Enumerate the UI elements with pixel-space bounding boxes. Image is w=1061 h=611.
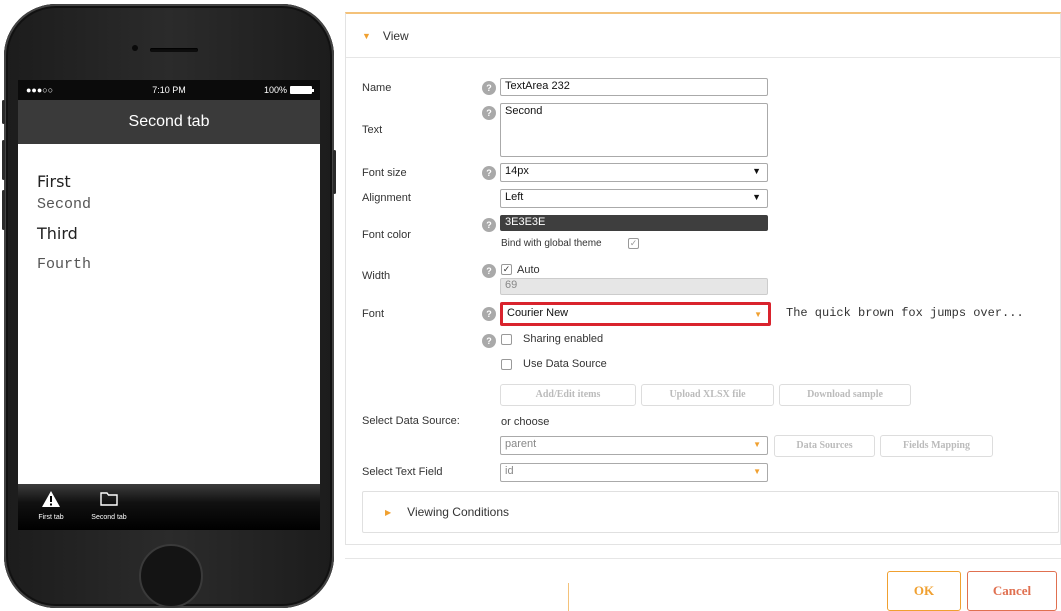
bind-theme-checkbox[interactable]: ✓: [628, 238, 639, 249]
speaker-grille: [150, 48, 198, 52]
download-sample-button[interactable]: Download sample: [779, 384, 911, 406]
help-icon[interactable]: ?: [482, 334, 496, 348]
tab-second[interactable]: Second tab: [80, 484, 138, 530]
use-data-source-label: Use Data Source: [523, 358, 607, 370]
phone-screen: ●●●○○ 7:10 PM 100% Second tab First Seco…: [18, 80, 320, 530]
help-icon[interactable]: ?: [482, 166, 496, 180]
font-size-select[interactable]: 14px ▼: [500, 163, 768, 182]
alignment-select[interactable]: Left ▼: [500, 189, 768, 208]
footer-divider: [345, 558, 1061, 559]
chevron-down-icon: ▼: [752, 192, 761, 202]
volume-down-button: [2, 190, 5, 230]
warning-icon: [22, 490, 80, 512]
name-input[interactable]: TextArea 232: [500, 78, 768, 96]
cancel-button[interactable]: Cancel: [967, 571, 1057, 611]
chevron-down-icon: ▼: [753, 467, 761, 476]
status-bar: ●●●○○ 7:10 PM 100%: [18, 80, 320, 100]
viewing-conditions-section[interactable]: ▶ Viewing Conditions: [362, 491, 1059, 533]
status-time: 7:10 PM: [152, 85, 186, 95]
font-label: Font: [362, 308, 385, 320]
font-color-label: Font color: [362, 229, 411, 241]
auto-width-label: Auto: [517, 264, 540, 276]
list-item: Fourth: [37, 256, 92, 273]
data-source-select[interactable]: parent ▼: [500, 436, 768, 455]
select-data-source-label: Select Data Source:: [362, 415, 460, 427]
battery-icon: [290, 86, 314, 94]
font-preview-text: The quick brown fox jumps over...: [786, 306, 1024, 320]
name-label: Name: [362, 82, 392, 94]
tab-label: First tab: [38, 514, 64, 521]
chevron-down-icon: ▼: [754, 310, 762, 319]
mute-switch: [2, 100, 5, 124]
data-source-value: parent: [505, 438, 537, 450]
help-icon[interactable]: ?: [482, 264, 496, 278]
text-field-value: id: [505, 465, 514, 477]
footer-separator: [568, 583, 569, 611]
text-textarea[interactable]: Second: [500, 103, 768, 157]
volume-up-button: [2, 140, 5, 180]
ok-button[interactable]: OK: [887, 571, 961, 611]
list-item[interactable]: Second: [37, 196, 320, 224]
use-data-source-checkbox[interactable]: [501, 359, 512, 370]
viewing-conditions-title: Viewing Conditions: [407, 505, 509, 519]
bind-theme-label: Bind with global theme: [501, 238, 602, 249]
width-label: Width: [362, 270, 391, 282]
upload-xlsx-button[interactable]: Upload XLSX file: [641, 384, 774, 406]
alignment-value: Left: [505, 191, 524, 203]
add-edit-items-button[interactable]: Add/Edit items: [500, 384, 636, 406]
chevron-down-icon: ▼: [752, 166, 761, 176]
tab-first[interactable]: First tab: [22, 484, 80, 530]
font-size-value: 14px: [505, 165, 529, 177]
help-icon[interactable]: ?: [482, 81, 496, 95]
or-choose-label: or choose: [501, 416, 550, 428]
section-header-view[interactable]: ▼ View: [346, 14, 1060, 58]
folder-icon: [80, 490, 138, 512]
tab-bar: First tab Second tab: [18, 484, 320, 530]
camera-icon: [132, 45, 138, 51]
help-icon[interactable]: ?: [482, 106, 496, 120]
home-button[interactable]: [139, 544, 203, 608]
help-icon[interactable]: ?: [482, 307, 496, 321]
select-text-field-label: Select Text Field: [362, 466, 443, 478]
data-sources-button[interactable]: Data Sources: [774, 435, 875, 457]
nav-bar: Second tab: [18, 100, 320, 144]
text-textarea-value: Second: [505, 105, 543, 117]
help-icon[interactable]: ?: [482, 218, 496, 232]
tab-label: Second tab: [91, 514, 127, 521]
list-item: First: [37, 172, 71, 191]
phone-mockup: ●●●○○ 7:10 PM 100% Second tab First Seco…: [2, 4, 336, 608]
sharing-label: Sharing enabled: [523, 333, 604, 345]
properties-panel: ▼ View Name ? TextArea 232 Text ? Second…: [345, 12, 1061, 545]
auto-width-checkbox[interactable]: ✓: [501, 264, 512, 275]
sharing-checkbox[interactable]: [501, 334, 512, 345]
alignment-label: Alignment: [362, 192, 411, 204]
font-color-input[interactable]: 3E3E3E: [500, 215, 768, 231]
text-label: Text: [362, 124, 383, 136]
power-button: [333, 150, 336, 194]
nav-title: Second tab: [128, 113, 210, 130]
text-field-select[interactable]: id ▼: [500, 463, 768, 482]
caret-right-icon: ▶: [385, 507, 392, 517]
chevron-down-icon: ▼: [753, 440, 761, 449]
font-select[interactable]: Courier New ▼: [500, 302, 771, 326]
section-title: View: [382, 28, 409, 43]
list-item: Third: [37, 224, 78, 243]
text-list: First Second Third Fourth: [18, 144, 320, 273]
fields-mapping-button[interactable]: Fields Mapping: [880, 435, 993, 457]
font-value: Courier New: [507, 307, 569, 319]
width-input[interactable]: 69: [500, 278, 768, 295]
font-size-label: Font size: [362, 167, 407, 179]
caret-down-icon: ▼: [362, 30, 371, 41]
